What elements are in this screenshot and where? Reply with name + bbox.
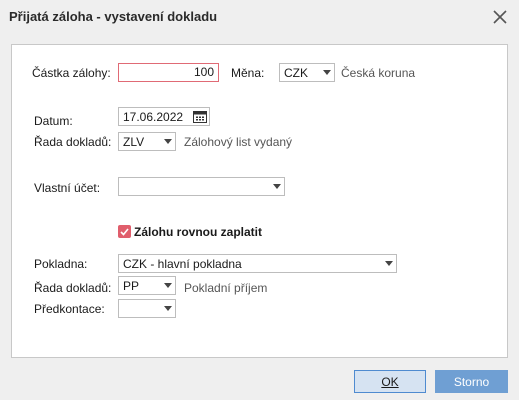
rada2-select[interactable]: PP — [118, 276, 176, 295]
rada2-name: Pokladní příjem — [184, 281, 268, 295]
predkontace-select[interactable] — [118, 299, 176, 318]
ucet-select[interactable] — [118, 177, 285, 196]
datum-input[interactable]: 17.06.2022 — [118, 107, 210, 126]
close-icon — [493, 10, 507, 24]
ok-button-label: OK — [381, 374, 399, 389]
zaplatit-checkbox[interactable] — [118, 225, 131, 238]
rada2-label: Řada dokladů: — [34, 281, 112, 295]
rada-select[interactable]: ZLV — [118, 132, 176, 151]
mena-select-value: CZK — [284, 65, 308, 80]
chevron-down-icon — [382, 255, 396, 272]
chevron-down-icon — [161, 277, 175, 294]
rada-label: Řada dokladů: — [34, 135, 112, 149]
mena-label: Měna: — [231, 66, 265, 80]
check-icon — [120, 227, 129, 236]
cancel-button[interactable]: Storno — [435, 370, 508, 393]
calendar-icon[interactable] — [191, 108, 209, 125]
pokladna-select-value: CZK - hlavní pokladna — [123, 256, 242, 271]
cancel-button-label: Storno — [453, 374, 490, 389]
ucet-label: Vlastní účet: — [34, 181, 101, 195]
mena-name: Česká koruna — [341, 66, 416, 80]
pokladna-select[interactable]: CZK - hlavní pokladna — [118, 254, 397, 273]
chevron-down-icon — [320, 64, 334, 81]
rada-select-value: ZLV — [123, 134, 145, 149]
chevron-down-icon — [161, 133, 175, 150]
pokladna-label: Pokladna: — [34, 257, 88, 271]
castka-input[interactable]: 100 — [118, 63, 219, 82]
ok-button[interactable]: OK — [354, 370, 426, 393]
datum-value: 17.06.2022 — [123, 109, 184, 124]
castka-label: Částka zálohy: — [32, 66, 111, 80]
chevron-down-icon — [161, 300, 175, 317]
rada-name: Zálohový list vydaný — [184, 135, 293, 149]
window-title: Přijatá záloha - vystavení dokladu — [9, 9, 218, 24]
chevron-down-icon — [270, 178, 284, 195]
rada2-select-value: PP — [123, 278, 140, 293]
predkontace-label: Předkontace: — [34, 302, 105, 316]
close-button[interactable] — [486, 4, 514, 30]
datum-label: Datum: — [34, 114, 73, 128]
zaplatit-label[interactable]: Zálohu rovnou zaplatit — [134, 225, 262, 239]
mena-select[interactable]: CZK — [279, 63, 335, 82]
